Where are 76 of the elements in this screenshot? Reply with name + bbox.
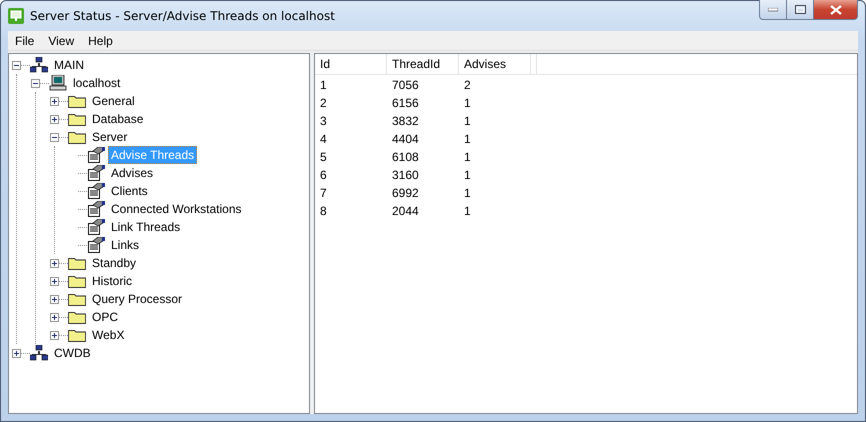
table-cell-text: 1 bbox=[463, 168, 472, 182]
tree-item[interactable]: CWDB bbox=[51, 344, 94, 362]
tree-item[interactable]: General bbox=[89, 92, 138, 110]
column-header[interactable]: Id bbox=[315, 54, 387, 74]
tree-item[interactable]: Server bbox=[89, 128, 130, 146]
table-cell-text: 3 bbox=[319, 114, 328, 128]
table-cell-text: 1 bbox=[463, 132, 472, 146]
tree-item[interactable]: Links bbox=[108, 236, 142, 254]
tree-item[interactable]: WebX bbox=[89, 326, 128, 344]
close-button[interactable] bbox=[813, 0, 858, 20]
tree-item[interactable]: Database bbox=[89, 110, 146, 128]
tree-item[interactable]: Advises bbox=[108, 164, 156, 182]
maximize-icon bbox=[794, 5, 806, 14]
table-cell-text: 8 bbox=[319, 204, 328, 218]
folder-icon bbox=[68, 274, 86, 288]
monitor-icon bbox=[8, 8, 24, 24]
tree-item[interactable]: Clients bbox=[108, 182, 151, 200]
expand-toggle[interactable] bbox=[50, 96, 59, 106]
expand-toggle[interactable] bbox=[50, 258, 59, 268]
folder-icon bbox=[68, 130, 86, 144]
column-header[interactable]: ThreadId bbox=[387, 54, 459, 74]
close-icon bbox=[830, 4, 842, 14]
collapse-toggle[interactable] bbox=[12, 60, 21, 70]
table-cell-text: 4 bbox=[319, 132, 328, 146]
window-title: Server Status - Server/Advise Threads on localhost bbox=[30, 9, 336, 23]
table-cell-text: 7056 bbox=[391, 78, 420, 92]
menu-item[interactable]: File bbox=[8, 34, 42, 48]
column-header[interactable]: Advises bbox=[459, 54, 531, 74]
network-icon bbox=[30, 57, 48, 73]
table-cell-text: 1 bbox=[319, 78, 328, 92]
tree-item[interactable]: Connected Workstations bbox=[108, 200, 245, 218]
minimize-icon bbox=[768, 8, 778, 12]
table-cell-text: 7 bbox=[319, 186, 328, 200]
table-cell-text: 6108 bbox=[391, 150, 420, 164]
table-cell-text: 1 bbox=[463, 150, 472, 164]
folder-icon bbox=[68, 112, 86, 126]
expand-toggle[interactable] bbox=[50, 294, 59, 304]
table-cell-text: 1 bbox=[463, 96, 472, 110]
table-cell-text: 6 bbox=[319, 168, 328, 182]
menu-item[interactable]: Help bbox=[81, 34, 120, 48]
table-cell-text: 2044 bbox=[391, 204, 420, 218]
folder-icon bbox=[68, 94, 86, 108]
tree-item[interactable]: Link Threads bbox=[108, 218, 184, 236]
network-icon bbox=[30, 345, 48, 361]
expand-toggle[interactable] bbox=[50, 114, 59, 124]
collapse-toggle[interactable] bbox=[31, 78, 40, 88]
table-cell-text: 5 bbox=[319, 150, 328, 164]
folder-icon bbox=[68, 256, 86, 270]
expand-toggle[interactable] bbox=[50, 312, 59, 322]
table-cell-text: 6156 bbox=[391, 96, 420, 110]
folder-icon bbox=[68, 328, 86, 342]
table-cell-text: 1 bbox=[463, 186, 472, 200]
maximize-button[interactable] bbox=[786, 0, 813, 20]
tree-item[interactable]: Query Processor bbox=[89, 290, 186, 308]
computer-icon bbox=[49, 75, 67, 91]
expand-toggle[interactable] bbox=[50, 276, 59, 286]
expand-toggle[interactable] bbox=[50, 330, 59, 340]
collapse-toggle[interactable] bbox=[50, 132, 59, 142]
table-cell-text: 1 bbox=[463, 204, 472, 218]
table-cell-text: 4404 bbox=[391, 132, 420, 146]
table-cell-text: 6992 bbox=[391, 186, 420, 200]
tree-item[interactable]: Historic bbox=[89, 272, 136, 290]
expand-toggle[interactable] bbox=[12, 348, 21, 358]
tree-item[interactable]: OPC bbox=[89, 308, 122, 326]
table-cell-text: 1 bbox=[463, 114, 472, 128]
tree-item[interactable]: Standby bbox=[89, 254, 140, 272]
table-cell-text: 3832 bbox=[391, 114, 420, 128]
tree-item[interactable]: MAIN bbox=[51, 56, 87, 74]
minimize-button[interactable] bbox=[759, 0, 786, 20]
tree-item[interactable]: localhost bbox=[70, 74, 124, 92]
folder-icon bbox=[68, 310, 86, 324]
table-cell-text: 2 bbox=[319, 96, 328, 110]
table-cell-text: 3160 bbox=[391, 168, 420, 182]
folder-icon bbox=[68, 292, 86, 306]
menu-item[interactable]: View bbox=[41, 34, 82, 48]
table-cell-text: 2 bbox=[463, 78, 472, 92]
